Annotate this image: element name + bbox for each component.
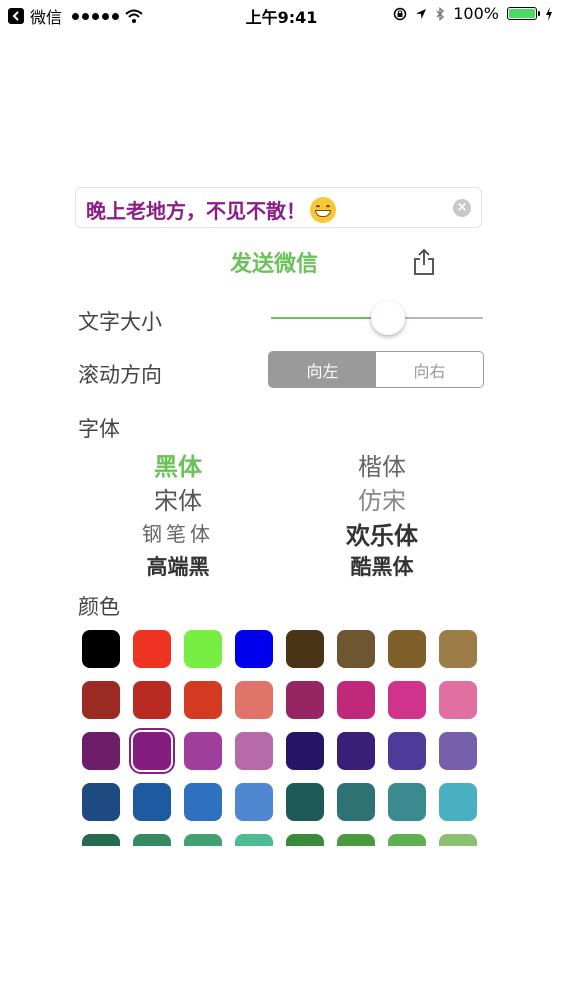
color-swatch[interactable]	[439, 630, 477, 668]
color-swatch[interactable]	[337, 681, 375, 719]
bluetooth-icon	[436, 6, 445, 21]
font-option-pen[interactable]: 钢笔体	[108, 518, 248, 547]
font-option-kuhei[interactable]: 酷黑体	[312, 551, 452, 581]
color-swatch[interactable]	[184, 681, 222, 719]
color-swatch[interactable]	[337, 732, 375, 770]
segment-right[interactable]: 向右	[376, 352, 483, 387]
color-swatch[interactable]	[235, 834, 273, 846]
color-swatch[interactable]	[133, 681, 171, 719]
color-swatch[interactable]	[133, 834, 171, 846]
slider-thumb[interactable]	[371, 301, 405, 335]
color-swatch[interactable]	[82, 732, 120, 770]
battery-percent: 100%	[453, 4, 499, 23]
color-swatch[interactable]	[184, 783, 222, 821]
clear-icon[interactable]: ×	[453, 199, 471, 217]
color-swatch[interactable]	[184, 732, 222, 770]
color-swatch[interactable]	[82, 834, 120, 846]
color-swatch[interactable]	[235, 630, 273, 668]
color-swatch[interactable]	[82, 783, 120, 821]
message-text[interactable]: 晚上老地方，不见不散！	[86, 195, 336, 224]
color-label: 颜色	[78, 595, 120, 619]
color-swatch[interactable]	[184, 834, 222, 846]
color-swatch[interactable]	[439, 783, 477, 821]
orientation-lock-icon	[394, 7, 407, 20]
color-swatch[interactable]	[337, 630, 375, 668]
color-swatch[interactable]	[82, 681, 120, 719]
color-swatch[interactable]	[235, 681, 273, 719]
message-value: 晚上老地方，不见不散！	[86, 199, 306, 223]
color-swatch[interactable]	[133, 783, 171, 821]
font-option-songti[interactable]: 宋体	[108, 481, 248, 516]
color-swatch[interactable]	[337, 834, 375, 846]
color-swatch[interactable]	[388, 732, 426, 770]
charging-icon	[546, 6, 552, 21]
location-icon	[416, 8, 427, 19]
segment-left[interactable]: 向左	[269, 352, 376, 387]
send-wechat-button[interactable]: 发送微信	[230, 246, 318, 278]
share-icon[interactable]	[412, 248, 436, 276]
color-swatch[interactable]	[337, 783, 375, 821]
color-swatch[interactable]	[286, 834, 324, 846]
color-swatch[interactable]	[388, 681, 426, 719]
status-bar: 微信 上午9:41 100%	[0, 0, 563, 30]
font-size-label: 文字大小	[78, 310, 162, 334]
font-option-gaoduanhei[interactable]: 高端黑	[108, 551, 248, 581]
color-swatch[interactable]	[129, 728, 175, 774]
color-swatch[interactable]	[286, 783, 324, 821]
grinning-face-emoji-icon	[310, 197, 336, 223]
font-size-slider[interactable]	[271, 301, 483, 335]
color-swatch[interactable]	[235, 783, 273, 821]
color-swatch[interactable]	[439, 681, 477, 719]
color-swatch[interactable]	[286, 630, 324, 668]
font-label: 字体	[78, 417, 120, 441]
color-swatch[interactable]	[82, 630, 120, 668]
font-option-heiti[interactable]: 黑体	[108, 447, 248, 482]
battery-icon	[507, 7, 540, 20]
color-swatch[interactable]	[388, 630, 426, 668]
color-swatch[interactable]	[388, 783, 426, 821]
font-option-fangsong[interactable]: 仿宋	[312, 481, 452, 516]
color-swatch[interactable]	[235, 732, 273, 770]
color-swatch[interactable]	[286, 681, 324, 719]
font-option-kaiti[interactable]: 楷体	[312, 447, 452, 482]
color-swatch[interactable]	[133, 630, 171, 668]
color-swatch[interactable]	[388, 834, 426, 846]
message-input[interactable]: 晚上老地方，不见不散！ ×	[75, 187, 482, 228]
status-right: 100%	[393, 4, 553, 23]
color-swatch[interactable]	[286, 732, 324, 770]
color-swatch[interactable]	[439, 834, 477, 846]
color-swatch[interactable]	[184, 630, 222, 668]
color-palette	[80, 628, 480, 846]
color-swatch[interactable]	[439, 732, 477, 770]
font-option-huanle[interactable]: 欢乐体	[312, 516, 452, 551]
scroll-direction-segmented[interactable]: 向左 向右	[268, 351, 484, 388]
scroll-direction-label: 滚动方向	[78, 363, 162, 387]
